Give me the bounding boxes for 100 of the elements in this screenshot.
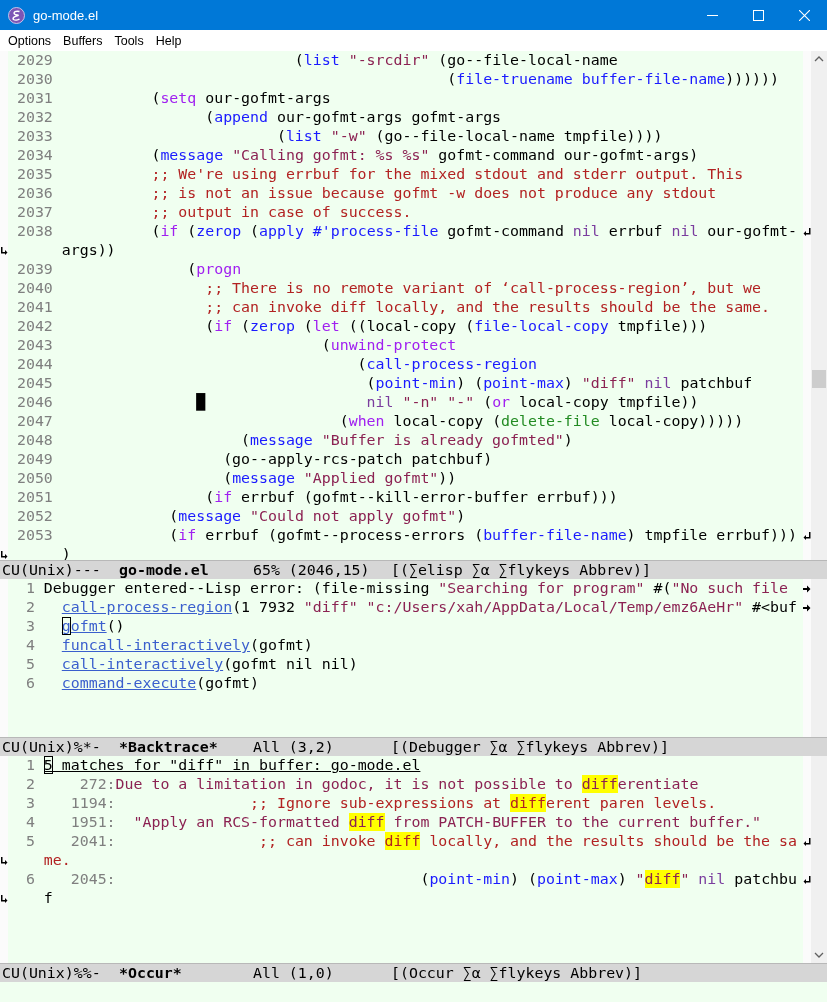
function-link[interactable]: call-interactively bbox=[61, 655, 224, 673]
menu-item[interactable]: Help bbox=[149, 31, 188, 50]
line-number: 2037 bbox=[16, 203, 53, 221]
menu-item[interactable]: Options bbox=[2, 31, 58, 50]
code-line: 272:Due to a limitation in godoc, it is not possible to differentiate bbox=[78, 775, 699, 793]
code-line: 1194: ;; Ignore sub-expressions at different paren levels. bbox=[69, 794, 717, 812]
code-line: (list "-w" (go--file-local-name tmpfile)))) bbox=[275, 127, 663, 145]
line-number: 5 bbox=[25, 655, 35, 673]
line-number: 4 bbox=[25, 813, 35, 831]
line-number: 2 bbox=[25, 598, 35, 616]
code-line: 2041: ;; can invoke diff locally, and the results should be the sa bbox=[69, 832, 797, 850]
minibuffer[interactable] bbox=[0, 982, 827, 1002]
cursor-position: All (1,0) bbox=[253, 964, 335, 982]
code-line: (if (zerop (let ((local-copy (file-local-copy tmpfile))) bbox=[204, 317, 708, 335]
code-line: 2045: (point-min) (point-max) "diff" nil patchbu bbox=[69, 870, 797, 888]
scrollbar[interactable] bbox=[811, 51, 827, 560]
wrap-arrow-icon bbox=[803, 530, 811, 541]
maximize-icon bbox=[752, 9, 764, 21]
line-number: 2038 bbox=[16, 222, 53, 240]
code-line: me. bbox=[43, 851, 71, 869]
mode-line-status: CU(Unix)--- bbox=[2, 561, 102, 579]
code-line: (go--apply-rcs-patch patchbuf) bbox=[222, 450, 493, 468]
code-line: (if (zerop (apply #'process-file gofmt-command nil errbuf nil our-gofmt- bbox=[150, 222, 797, 240]
code-line: (append our-gofmt-args gofmt-args bbox=[204, 108, 502, 126]
code-line: call-process-region(1 7932 "diff" "c:/Users/xah/AppData/Local/Temp/emz6AeHr" #<buf bbox=[61, 598, 797, 616]
wrap-arrow-icon bbox=[803, 836, 811, 847]
mode-list: [(Debugger ∑α ∑flykeys Abbrev)] bbox=[391, 738, 827, 756]
cursor-position: 65% (2046,15) bbox=[253, 561, 371, 579]
wrap-arrow-icon bbox=[803, 226, 811, 237]
code-line: call-interactively(gofmt nil nil) bbox=[61, 655, 358, 673]
scroll-up-icon[interactable] bbox=[814, 55, 824, 63]
code-line: (message "Buffer is already gofmted") bbox=[240, 431, 573, 449]
scroll-down-icon[interactable] bbox=[814, 951, 824, 959]
code-line: (list "-srcdir" (go--file-local-name bbox=[293, 51, 618, 69]
function-link[interactable]: command-execute bbox=[61, 674, 197, 692]
line-number: 2045 bbox=[16, 374, 53, 392]
code-line: (unwind-protect bbox=[320, 336, 457, 354]
line-number: 5 bbox=[25, 832, 35, 850]
code-line: █ nil "-n" "-" (or local-copy tmpfile)) bbox=[195, 393, 699, 411]
mode-list: [(∑elisp ∑α ∑flykeys Abbrev)] bbox=[391, 561, 827, 579]
line-number: 2052 bbox=[16, 507, 53, 525]
line-number: 2 bbox=[25, 775, 35, 793]
code-line: ;; is not an issue because gofmt -w does not produce any stdout bbox=[150, 184, 717, 202]
code-line: (message "Could not apply gofmt") bbox=[168, 507, 466, 525]
line-number: 2049 bbox=[16, 450, 53, 468]
scrollbar-thumb[interactable] bbox=[812, 370, 826, 388]
menu-item[interactable]: Buffers bbox=[57, 31, 109, 50]
code-line: (progn bbox=[186, 260, 242, 278]
line-number: 1 bbox=[25, 756, 35, 774]
code-line: (call-process-region bbox=[356, 355, 537, 373]
code-line: 5 matches for "diff" in buffer: go-mode.el bbox=[43, 756, 421, 774]
code-line: (setq our-gofmt-args bbox=[150, 89, 331, 107]
mode-list: [(Occur ∑α ∑flykeys Abbrev)] bbox=[391, 964, 827, 982]
code-line: ;; output in case of success. bbox=[150, 203, 412, 221]
function-link[interactable]: call-process-region bbox=[61, 598, 233, 616]
code-line: args)) bbox=[61, 241, 116, 259]
line-number: 2031 bbox=[16, 89, 53, 107]
code-line: (if errbuf (gofmt--process-errors (buffer-file-name) tmpfile errbuf))) bbox=[168, 526, 797, 544]
function-link[interactable]: funcall-interactively bbox=[61, 636, 251, 654]
line-number: 2029 bbox=[16, 51, 53, 69]
wrap-arrow-icon bbox=[803, 874, 811, 885]
line-number: 2041 bbox=[16, 298, 53, 316]
line-number: 2047 bbox=[16, 412, 53, 430]
scrollbar[interactable] bbox=[811, 579, 827, 737]
line-number: 2039 bbox=[16, 260, 53, 278]
line-number: 2042 bbox=[16, 317, 53, 335]
line-number: 2051 bbox=[16, 488, 53, 506]
code-line: ;; can invoke diff locally, and the results should be the same. bbox=[204, 298, 770, 316]
wrap-arrow-icon bbox=[0, 855, 8, 866]
wrap-arrow-icon bbox=[0, 245, 8, 256]
menu-item[interactable]: Tools bbox=[108, 31, 150, 50]
window-title: go-mode.el bbox=[33, 7, 99, 23]
line-number: 2050 bbox=[16, 469, 53, 487]
line-number: 2033 bbox=[16, 127, 53, 145]
code-line: Debugger entered--Lisp error: (file-missing "Searching for program" #("No such file bbox=[43, 579, 788, 597]
code-line: (message "Applied gofmt")) bbox=[222, 469, 457, 487]
buffer-name: go-mode.el bbox=[119, 561, 210, 579]
line-number: 3 bbox=[25, 794, 35, 812]
code-line: 1951: "Apply an RCS-formatted diff from PATCH-BUFFER to the current buffer." bbox=[69, 813, 762, 831]
line-number: 4 bbox=[25, 636, 35, 654]
line-number: 1 bbox=[25, 579, 35, 597]
code-line: ;; We're using errbuf for the mixed stdout and stderr output. This bbox=[150, 165, 744, 183]
line-number: 2040 bbox=[16, 279, 53, 297]
code-line: (when local-copy (delete-file local-copy))))) bbox=[338, 412, 744, 430]
line-number: 2030 bbox=[16, 70, 53, 88]
wrap-arrow-icon bbox=[0, 893, 8, 904]
line-number: 2048 bbox=[16, 431, 53, 449]
line-number: 2053 bbox=[16, 526, 53, 544]
cursor-position: All (3,2) bbox=[253, 738, 335, 756]
line-number: 2043 bbox=[16, 336, 53, 354]
code-line: ;; There is no remote variant of ‘call-process-region’, but we bbox=[204, 279, 762, 297]
code-line: command-execute(gofmt) bbox=[61, 674, 260, 692]
line-number: 6 bbox=[25, 870, 35, 888]
code-line: (point-min) (point-max) "diff" nil patchbuf bbox=[365, 374, 753, 392]
scrollbar[interactable] bbox=[811, 756, 827, 963]
line-number: 2035 bbox=[16, 165, 53, 183]
close-icon bbox=[798, 9, 810, 21]
wrap-arrow-icon bbox=[0, 549, 8, 560]
line-number: 2036 bbox=[16, 184, 53, 202]
app-icon bbox=[8, 6, 25, 24]
